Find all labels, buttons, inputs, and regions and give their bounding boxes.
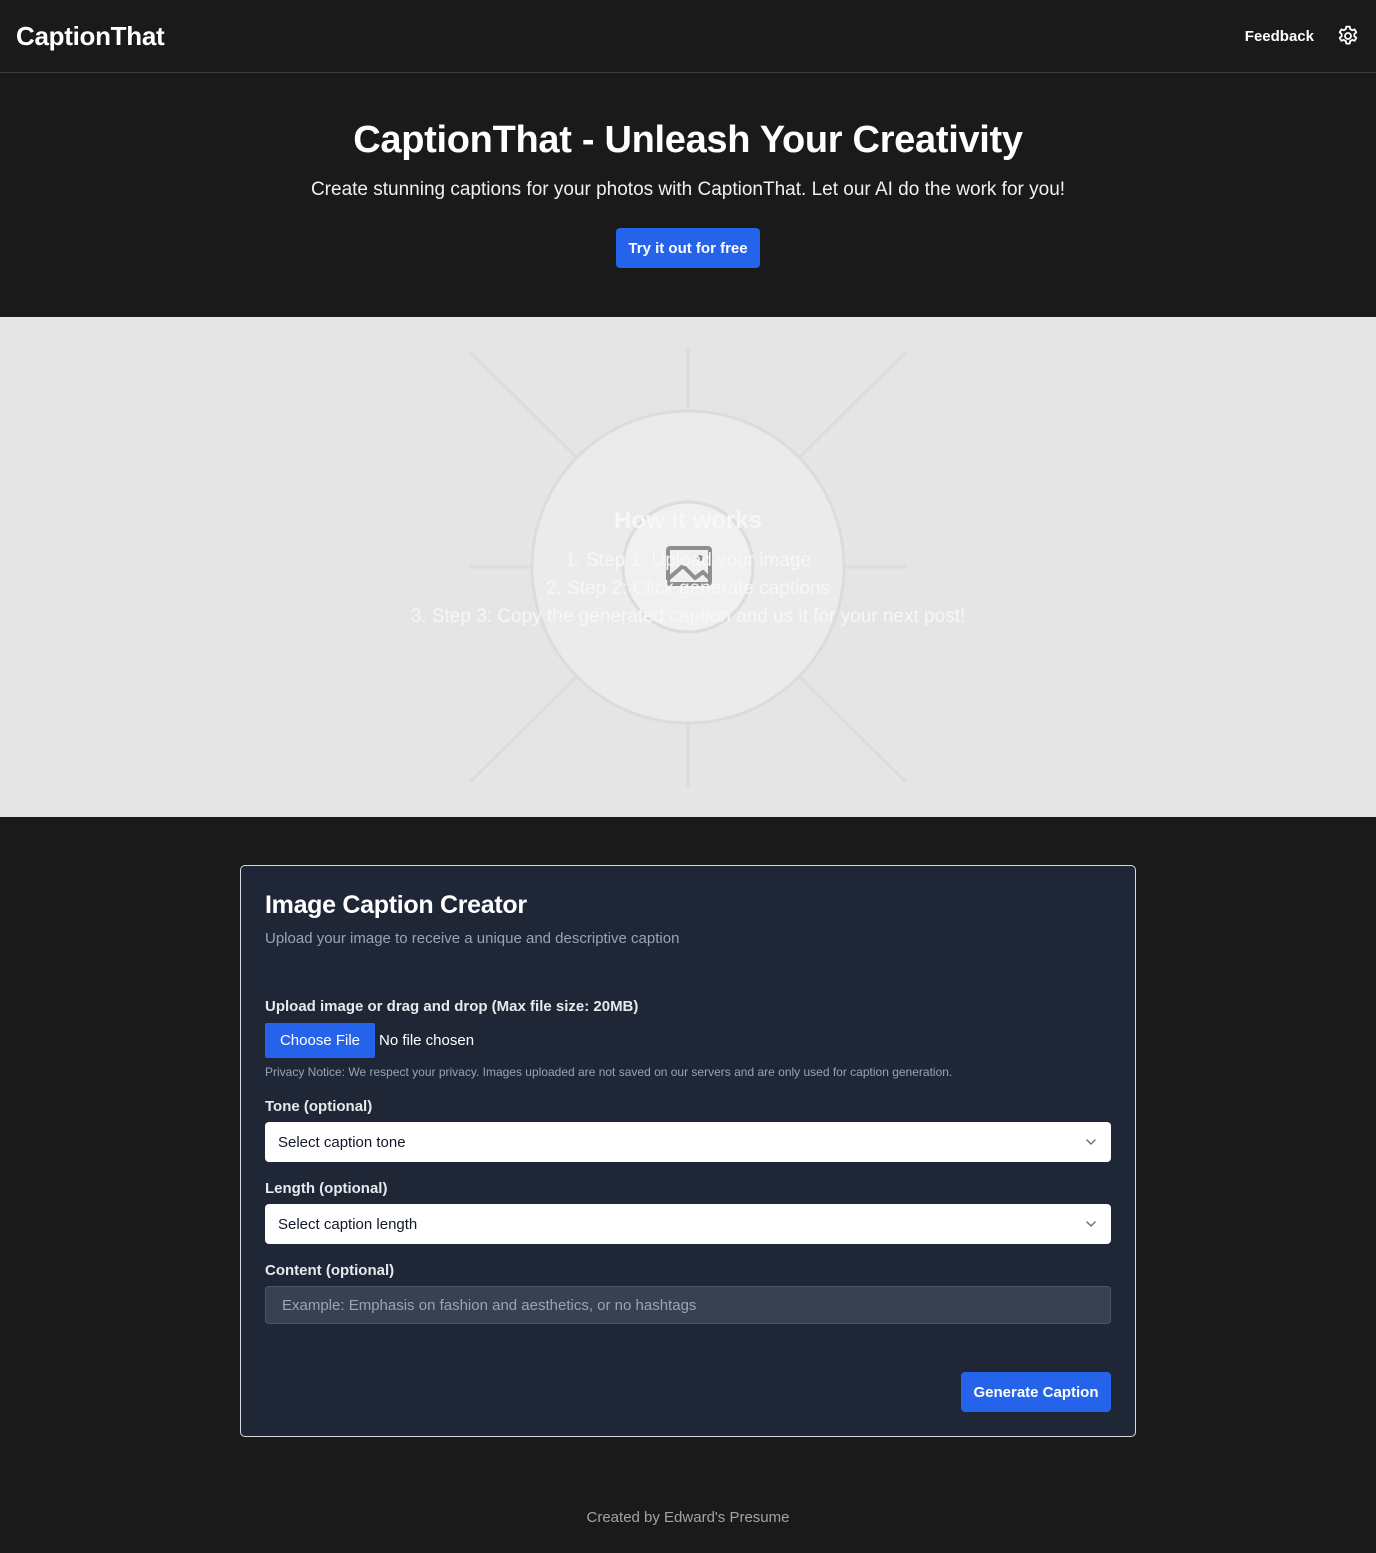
header-actions: Feedback — [1245, 24, 1360, 48]
how-it-works-title: How it works — [613, 507, 763, 534]
brand-logo[interactable]: CaptionThat — [16, 21, 165, 52]
hero-section: CaptionThat - Unleash Your Creativity Cr… — [0, 73, 1376, 317]
file-upload-control[interactable]: Choose File No file chosen — [265, 1023, 474, 1058]
length-label: Length (optional) — [265, 1180, 388, 1197]
step-item: 2. Step 2: Click generate captions — [545, 578, 831, 599]
file-status: No file chosen — [379, 1032, 475, 1049]
upload-label: Upload image or drag and drop (Max file … — [265, 998, 639, 1015]
hero-title: CaptionThat - Unleash Your Creativity — [353, 119, 1023, 161]
chevron-down-icon — [1086, 1221, 1096, 1227]
hero-subtitle: Create stunning captions for your photos… — [310, 179, 1066, 200]
top-nav: CaptionThat Feedback — [0, 0, 1376, 73]
step-item: 3. Step 3: Copy the generated caption an… — [410, 606, 966, 627]
feedback-link[interactable]: Feedback — [1245, 28, 1314, 45]
try-free-button[interactable]: Try it out for free — [616, 228, 760, 268]
how-it-works-section: How it works 1. Step 1: Upload your imag… — [0, 317, 1376, 817]
how-it-works-steps: 1. Step 1: Upload your image 2. Step 2: … — [0, 547, 1376, 631]
privacy-notice: Privacy Notice: We respect your privacy.… — [265, 1065, 953, 1079]
step-item: 1. Step 1: Upload your image — [564, 550, 812, 571]
caption-creator-card: Image Caption Creator Upload your image … — [240, 865, 1136, 1437]
tone-select[interactable]: Select caption tone — [265, 1122, 1111, 1162]
card-subtitle: Upload your image to receive a unique an… — [265, 930, 680, 947]
card-title: Image Caption Creator — [265, 891, 527, 919]
chevron-down-icon — [1086, 1139, 1096, 1145]
footer-credit: Created by Edward's Presume — [586, 1509, 790, 1526]
content-input[interactable] — [265, 1286, 1111, 1324]
generate-caption-button[interactable]: Generate Caption — [961, 1372, 1111, 1412]
tone-label: Tone (optional) — [265, 1098, 373, 1115]
content-label: Content (optional) — [265, 1262, 395, 1279]
length-select-value: Select caption length — [278, 1215, 418, 1233]
gear-icon[interactable] — [1336, 24, 1360, 48]
tone-select-value: Select caption tone — [278, 1133, 406, 1151]
length-select[interactable]: Select caption length — [265, 1204, 1111, 1244]
choose-file-button[interactable]: Choose File — [265, 1023, 375, 1058]
